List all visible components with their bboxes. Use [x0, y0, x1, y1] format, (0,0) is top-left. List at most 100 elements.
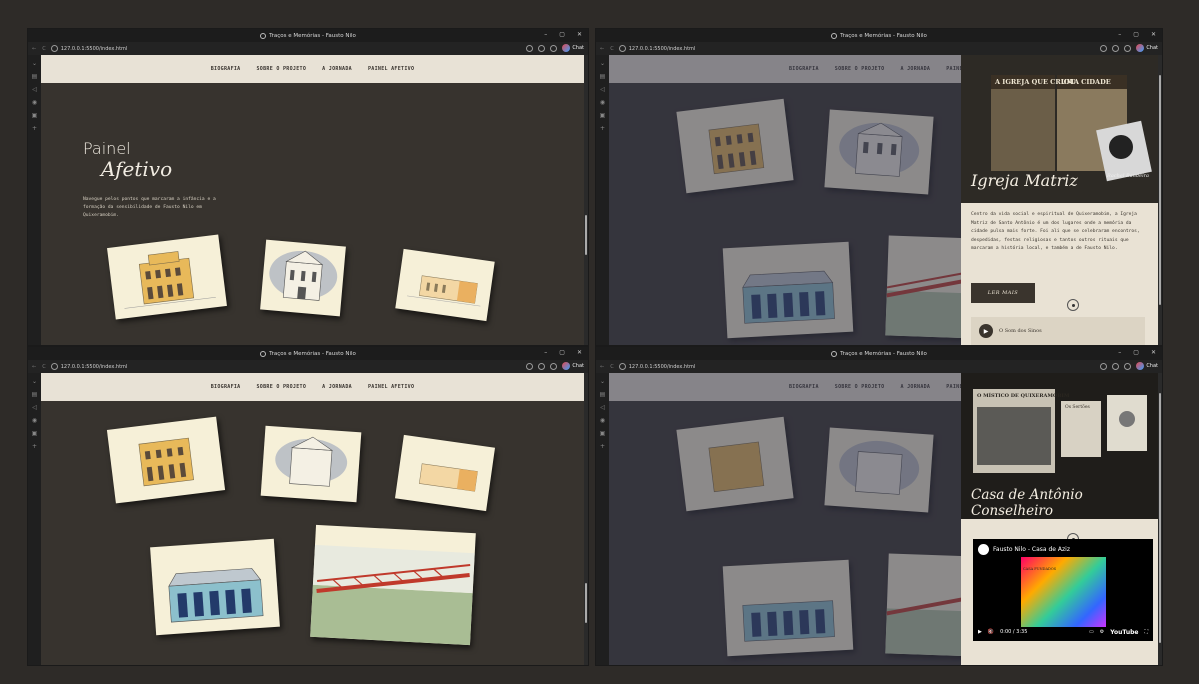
card-igreja-matriz[interactable] [260, 239, 346, 317]
nav-sobre[interactable]: SOBRE O PROJETO [257, 66, 307, 72]
card-casa-amarela[interactable] [106, 416, 226, 504]
chevron-down-icon[interactable]: ⌄ [600, 60, 605, 67]
card-casa-rosa[interactable] [395, 248, 495, 322]
url-text[interactable]: 127.0.0.1:5500/index.html [629, 46, 696, 52]
chat-button[interactable]: Chat [1136, 362, 1158, 370]
add-tab-icon[interactable]: + [32, 443, 37, 450]
tab-icon[interactable]: ▤ [600, 391, 606, 398]
profile-icon[interactable] [1124, 44, 1132, 52]
back-icon[interactable]: ← [32, 364, 36, 370]
profile-icon[interactable] [550, 362, 558, 370]
captions-icon[interactable]: ▭ [1089, 629, 1094, 635]
newspaper-headline: O MÍSTICO DE QUIXERAMOBIM [977, 393, 1070, 399]
globe-tab-icon[interactable]: ◉ [600, 417, 605, 424]
add-tab-icon[interactable]: + [600, 125, 605, 132]
speaker-icon[interactable]: ◁ [600, 404, 605, 411]
close-button[interactable]: ✕ [1151, 31, 1156, 38]
play-icon[interactable]: ▶ [978, 629, 982, 635]
add-tab-icon[interactable]: + [600, 443, 605, 450]
fullscreen-icon[interactable]: ⛶ [1144, 629, 1148, 635]
refresh-icon[interactable]: C [610, 46, 614, 52]
tab-icon[interactable]: ▤ [32, 391, 38, 398]
read-more-button[interactable]: LER MAIS [971, 283, 1035, 303]
card-casa-azul[interactable] [150, 538, 280, 636]
minimize-button[interactable]: – [1118, 349, 1121, 356]
extension-icon[interactable] [526, 44, 534, 52]
extension-icon[interactable] [526, 362, 534, 370]
globe-tab-icon[interactable]: ◉ [32, 99, 37, 106]
speaker-icon[interactable]: ◁ [32, 404, 37, 411]
close-button[interactable]: ✕ [577, 349, 582, 356]
globe-tab-icon[interactable]: ◉ [600, 99, 605, 106]
info-icon[interactable] [50, 45, 58, 52]
page-icon[interactable]: ▣ [32, 430, 38, 437]
star-icon[interactable] [1112, 44, 1120, 52]
youtube-player[interactable]: Fausto Nilo - Casa de Aziz CASA FUNDADOS… [973, 539, 1153, 641]
close-button[interactable]: ✕ [577, 31, 582, 38]
back-icon[interactable]: ← [600, 364, 604, 370]
info-icon[interactable] [618, 363, 626, 370]
tab-icon[interactable]: ▤ [600, 73, 606, 80]
tab-icon[interactable]: ▤ [32, 73, 38, 80]
back-icon[interactable]: ← [600, 46, 604, 52]
add-tab-icon[interactable]: + [32, 125, 37, 132]
address-bar: ← C 127.0.0.1:5500/index.html Chat [596, 360, 1162, 373]
page-icon[interactable]: ▣ [600, 430, 606, 437]
video-title[interactable]: Fausto Nilo - Casa de Aziz [993, 546, 1070, 553]
speaker-icon[interactable]: ◁ [32, 86, 37, 93]
speaker-icon[interactable]: ◁ [600, 86, 605, 93]
profile-icon[interactable] [1124, 362, 1132, 370]
card-casa-rosa[interactable] [394, 434, 496, 512]
nav-painel[interactable]: PAINEL AFETIVO [368, 384, 414, 390]
nav-sobre[interactable]: SOBRE O PROJETO [257, 384, 307, 390]
nav-biografia[interactable]: BIOGRAFIA [211, 66, 241, 72]
mute-icon[interactable]: 🔇 [988, 629, 994, 635]
chevron-down-icon[interactable]: ⌄ [32, 378, 37, 385]
youtube-logo[interactable]: YouTube [1110, 629, 1138, 636]
url-text[interactable]: 127.0.0.1:5500/index.html [61, 46, 128, 52]
close-button[interactable]: ✕ [1151, 349, 1156, 356]
url-text[interactable]: 127.0.0.1:5500/index.html [629, 364, 696, 370]
refresh-icon[interactable]: C [610, 364, 614, 370]
restore-button[interactable]: ▢ [1133, 349, 1139, 356]
scrollbar[interactable] [584, 55, 588, 345]
minimize-button[interactable]: – [544, 31, 547, 38]
globe-tab-icon[interactable]: ◉ [32, 417, 37, 424]
restore-button[interactable]: ▢ [559, 349, 565, 356]
nav-jornada[interactable]: A JORNADA [322, 384, 352, 390]
minimize-button[interactable]: – [544, 349, 547, 356]
restore-button[interactable]: ▢ [1133, 31, 1139, 38]
refresh-icon[interactable]: C [42, 364, 46, 370]
chat-button[interactable]: Chat [1136, 44, 1158, 52]
back-icon[interactable]: ← [32, 46, 36, 52]
extension-icon[interactable] [1100, 44, 1108, 52]
nav-biografia[interactable]: BIOGRAFIA [211, 384, 241, 390]
play-icon[interactable]: ▶ [979, 324, 993, 338]
star-icon[interactable] [1112, 362, 1120, 370]
card-ponte[interactable] [310, 524, 476, 646]
profile-icon[interactable] [550, 44, 558, 52]
nav-painel[interactable]: PAINEL AFETIVO [368, 66, 414, 72]
card-casa-amarela[interactable] [107, 234, 227, 320]
chat-button[interactable]: Chat [562, 362, 584, 370]
refresh-icon[interactable]: C [42, 46, 46, 52]
restore-button[interactable]: ▢ [559, 31, 565, 38]
page-icon[interactable]: ▣ [32, 112, 38, 119]
chevron-down-icon[interactable]: ⌄ [600, 378, 605, 385]
star-icon[interactable] [538, 362, 546, 370]
extension-icon[interactable] [1100, 362, 1108, 370]
info-icon[interactable] [618, 45, 626, 52]
page-icon[interactable]: ▣ [600, 112, 606, 119]
chevron-down-icon[interactable]: ⌄ [32, 60, 37, 67]
url-text[interactable]: 127.0.0.1:5500/index.html [61, 364, 128, 370]
settings-icon[interactable]: ⚙ [1100, 629, 1104, 635]
scrollbar[interactable] [584, 373, 588, 665]
scrollbar[interactable] [1158, 55, 1162, 345]
star-icon[interactable] [538, 44, 546, 52]
chat-button[interactable]: Chat [562, 44, 584, 52]
nav-jornada[interactable]: A JORNADA [322, 66, 352, 72]
card-igreja-matriz[interactable] [260, 425, 362, 503]
minimize-button[interactable]: – [1118, 31, 1121, 38]
scrollbar[interactable] [1158, 373, 1162, 665]
info-icon[interactable] [50, 363, 58, 370]
